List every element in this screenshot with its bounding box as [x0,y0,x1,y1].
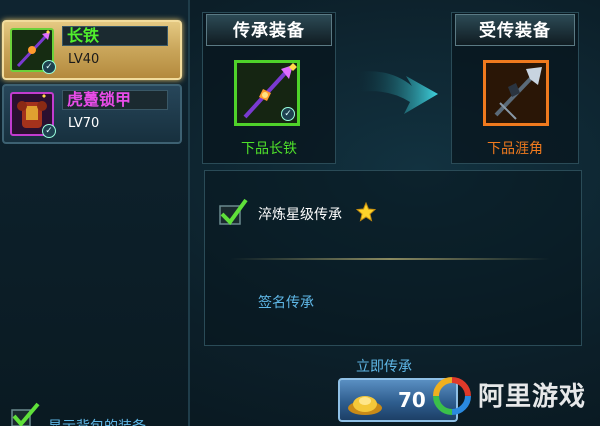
cost-value: 70 [398,388,426,412]
inherit-now-label: 立即传承 [356,359,412,375]
inherit-window: ✓ 长铁 LV40 ✓ 虎躉锁甲 LV70 传承装备 ✓ 下品长铁 受传装备 下… [0,0,600,426]
divider [230,258,550,260]
watermark-text: 阿里游戏 [478,382,587,412]
armor-icon: ✓ [10,92,56,138]
spear-icon: ✓ [10,28,56,74]
watermark: 阿里游戏 [430,366,600,426]
star-icon [356,202,376,222]
list-item-spear[interactable]: ✓ 长铁 LV40 [2,20,182,80]
item-name: 长铁 [62,26,168,46]
item-level: LV70 [68,116,100,131]
item-name: 虎躉锁甲 [62,90,168,110]
check-icon: ✓ [42,60,56,74]
check-icon: ✓ [42,124,56,138]
sign-inherit-label[interactable]: 签名传承 [258,292,314,312]
arrow-right-icon [358,71,438,114]
source-item-name: 下品长铁 [241,141,297,157]
show-bag-label: 显示背包的装备 [48,416,146,426]
target-title: 受传装备 [455,14,575,46]
show-bag-toggle[interactable]: 显示背包的装备 [10,402,190,426]
target-item-name: 下品涯角 [487,141,543,157]
item-level: LV40 [68,52,100,67]
checkmark-icon [11,402,40,426]
list-item-armor[interactable]: ✓ 虎躉锁甲 LV70 [2,84,182,144]
star-inherit-checkbox[interactable] [218,198,248,226]
check-icon: ✓ [281,107,295,121]
gold-ingot-icon [348,396,382,415]
source-title: 传承装备 [206,14,332,46]
aliyun-game-logo-icon [433,377,471,415]
halberd-icon [494,67,542,120]
star-inherit-label: 淬炼星级传承 [258,207,342,223]
source-slot[interactable]: ✓ [234,60,300,126]
equipment-list: ✓ 长铁 LV40 ✓ 虎躉锁甲 LV70 [0,0,190,426]
target-slot[interactable] [483,60,549,126]
